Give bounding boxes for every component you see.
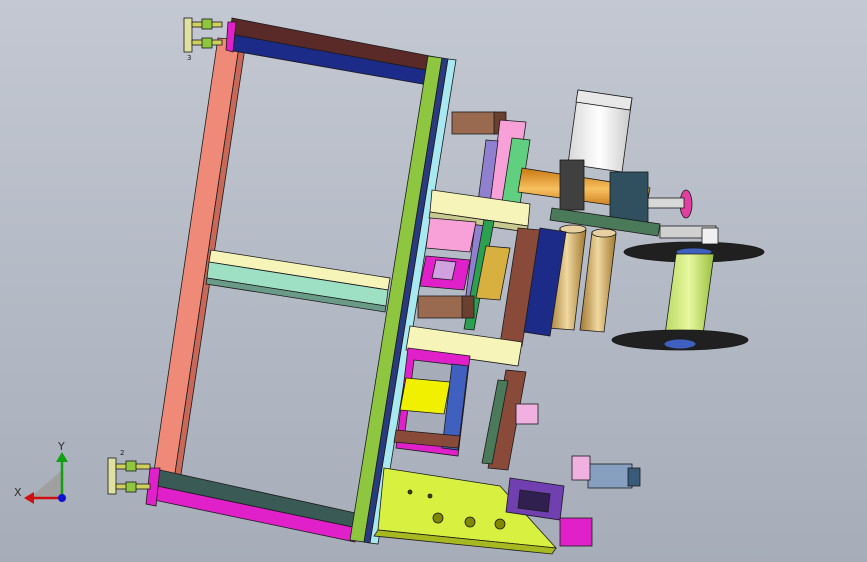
left-pink-clamp[interactable] [425, 217, 477, 253]
part-marker-top: 3 [187, 54, 191, 62]
base-hole-5 [427, 493, 433, 499]
lower-pink-handle[interactable] [571, 455, 591, 481]
base-hole-1 [432, 512, 444, 524]
left-lower-sleeve[interactable] [417, 295, 465, 319]
lower-yellow-block[interactable] [399, 377, 451, 415]
reel-mount-pin [701, 227, 719, 245]
motor-flange[interactable] [609, 171, 649, 223]
motor-coupling [559, 159, 585, 211]
part-marker-bottom: 2 [120, 449, 124, 457]
pneumatic-cylinder[interactable] [587, 463, 633, 489]
triad-y-label: Y [57, 440, 65, 453]
cutter-pink-block[interactable] [515, 403, 539, 425]
triad-z-axis [58, 494, 66, 502]
upper-shaft-sleeve[interactable] [451, 111, 497, 135]
left-lower-collar [461, 295, 475, 319]
reel-flange-bottom-inner [663, 338, 697, 350]
3d-model-viewport[interactable]: 3 2 Y X [0, 0, 867, 562]
feed-roller-right-top [591, 228, 617, 238]
lower-dark-gearbox [517, 489, 551, 513]
base-hole-3 [494, 518, 506, 530]
pneumatic-cylinder-cap [627, 467, 641, 487]
lower-magenta-bracket[interactable] [559, 517, 593, 547]
triad-x-label: X [14, 486, 22, 499]
base-hole-4 [407, 489, 413, 495]
base-hole-2 [464, 516, 476, 528]
handwheel-shaft [647, 197, 685, 209]
left-lavender-block[interactable] [431, 259, 457, 281]
